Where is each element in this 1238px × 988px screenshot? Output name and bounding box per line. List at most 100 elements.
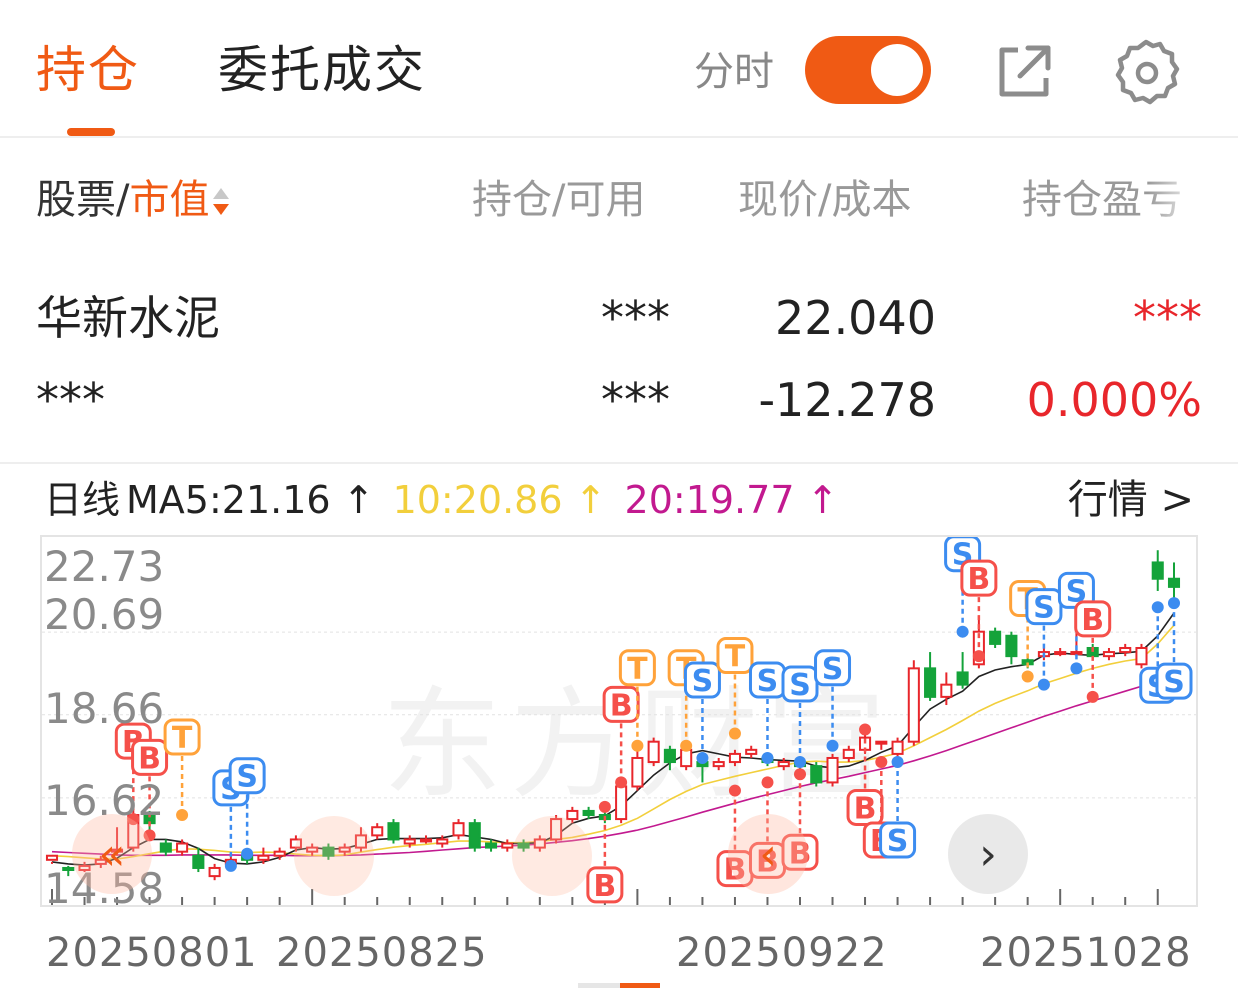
marker-dot	[696, 751, 709, 764]
top-bar: 持仓 委托成交 分时	[0, 0, 1238, 138]
prev-icon[interactable]: ‹	[728, 814, 808, 894]
candle-body	[1151, 561, 1164, 580]
y-tick-label: 20.69	[44, 590, 165, 639]
candle-body	[371, 826, 384, 837]
marker-dot	[631, 739, 644, 752]
candle-body	[436, 838, 449, 845]
marker-label: S	[1163, 665, 1185, 700]
marker-label: B	[854, 791, 877, 826]
marker-label: S	[236, 760, 258, 795]
candle-body	[387, 822, 400, 841]
marker-dot	[680, 739, 693, 752]
marker-dot	[224, 859, 237, 872]
candle-body	[452, 822, 465, 837]
marker-dot	[1168, 597, 1180, 610]
candle-body	[907, 667, 920, 743]
marker-dot	[761, 751, 774, 764]
candle-body	[468, 822, 481, 849]
marker-dot	[859, 723, 872, 736]
marker-label: S	[887, 824, 909, 859]
candle-body	[615, 785, 628, 821]
candle-body	[1167, 577, 1181, 588]
candle-body	[159, 842, 172, 853]
marker-dot	[598, 800, 611, 813]
marker-dot	[615, 776, 628, 789]
candle-body	[485, 842, 498, 849]
marker-label: S	[822, 652, 844, 687]
candle-body	[777, 761, 790, 768]
marker-dot	[1021, 670, 1034, 683]
holding-qty: ***	[601, 291, 670, 345]
tab-orders-trades[interactable]: 委托成交	[218, 38, 426, 102]
marker-label: S	[789, 668, 811, 703]
nav-ghost	[294, 816, 374, 896]
marker-dot	[1037, 678, 1050, 691]
marker-dot	[826, 739, 839, 752]
candle-body	[1005, 634, 1018, 658]
marker-dot	[875, 756, 888, 769]
x-tick-label: 20250801	[46, 930, 258, 976]
candle-body	[1119, 646, 1132, 654]
intraday-toggle-label: 分时	[694, 49, 774, 95]
market-value: ***	[36, 373, 105, 427]
intraday-toggle[interactable]	[805, 36, 931, 104]
column-header-stock[interactable]: 股票/市值	[36, 174, 231, 226]
candle-body	[728, 752, 741, 764]
candle-body	[891, 740, 904, 755]
marker-label: B	[610, 688, 633, 723]
y-tick-label: 18.66	[44, 684, 165, 733]
x-tick-label: 20250825	[276, 930, 488, 976]
candle-body	[924, 667, 937, 698]
candle-body	[940, 683, 953, 698]
marker-dot	[241, 847, 254, 860]
candle-body	[810, 765, 823, 784]
column-divider: /	[116, 177, 130, 223]
market-quote-link[interactable]: 行情 >	[1068, 476, 1194, 524]
candle-body	[566, 809, 579, 821]
tab-positions[interactable]: 持仓	[36, 38, 140, 102]
candle-body	[419, 838, 433, 843]
column-header-price: 现价/成本	[738, 177, 912, 223]
candle-body	[45, 854, 59, 861]
marker-label: B	[138, 741, 161, 776]
x-tick-label: 20251028	[980, 930, 1192, 976]
marker-dot	[891, 756, 904, 769]
position-pl-pct: 0.000%	[1026, 373, 1202, 427]
ma20-value: 20:19.77 ↑	[624, 478, 839, 522]
candle-body	[956, 671, 969, 686]
share-external-icon[interactable]	[988, 36, 1060, 108]
marker-label: S	[757, 664, 779, 699]
candle-body	[826, 756, 839, 784]
available-qty: ***	[601, 373, 670, 427]
marker-label: T	[627, 652, 648, 687]
y-tick-label: 22.73	[44, 542, 165, 591]
column-stock-label: 股票	[36, 177, 116, 223]
marker-dot	[728, 784, 741, 797]
marker-label: B	[593, 869, 616, 904]
candle-body	[1054, 651, 1067, 656]
marker-label: S	[1033, 591, 1055, 626]
candle-body	[631, 756, 644, 788]
marker-dot	[794, 768, 806, 781]
column-header-pl: 持仓盈亏	[1022, 177, 1182, 223]
scroll-thumb[interactable]	[620, 983, 660, 988]
candle-body	[582, 809, 595, 817]
candle-body	[842, 748, 855, 759]
marker-dot	[1086, 690, 1099, 703]
candle-body	[192, 854, 205, 869]
gear-icon[interactable]	[1110, 36, 1182, 108]
candle-body	[875, 740, 888, 745]
sort-icon[interactable]	[211, 182, 231, 222]
marker-dot	[1151, 601, 1164, 614]
column-market-value-label: 市值	[129, 177, 210, 223]
marker-label: T	[172, 721, 193, 756]
candle-body	[1135, 646, 1148, 666]
marker-label: B	[967, 562, 990, 597]
marker-dot	[956, 625, 969, 638]
current-price: 22.040	[775, 291, 936, 345]
ma-legend: 日线 MA5:21.16 ↑ 10:20.86 ↑ 20:19.77 ↑	[44, 476, 844, 524]
marker-label: T	[725, 640, 746, 675]
jump-start-icon[interactable]: «	[72, 814, 152, 894]
nav-ghost	[512, 816, 592, 896]
next-icon[interactable]: ›	[948, 814, 1028, 894]
